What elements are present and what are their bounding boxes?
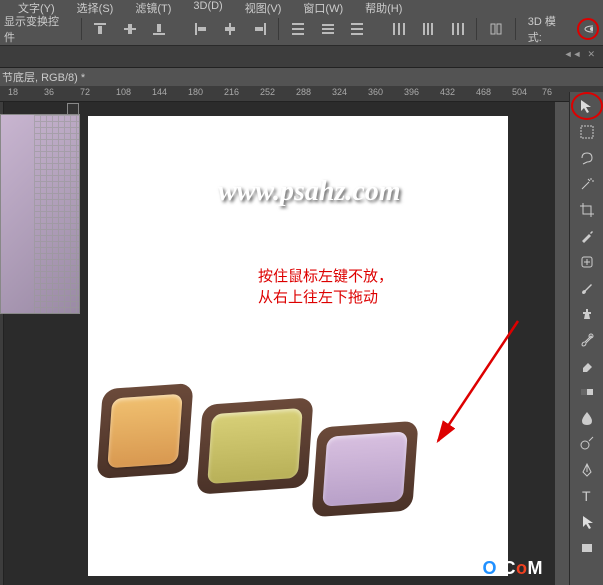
mode-3d-label: 3D 模式: <box>528 13 569 45</box>
dodge-tool[interactable] <box>573 432 601 456</box>
canvas-area: www.psahz.com 按住鼠标左键不放， 从右上往左下拖动 <box>0 102 555 585</box>
eyedropper-tool[interactable] <box>573 224 601 248</box>
transform-controls-label: 显示变换控件 <box>4 13 69 45</box>
3d-char-2 <box>196 397 313 494</box>
ruler-tick: 432 <box>440 87 455 97</box>
crop-tool[interactable] <box>573 198 601 222</box>
navigator-close-icon[interactable] <box>67 103 79 115</box>
dist-right-icon[interactable] <box>447 18 469 40</box>
menu-select[interactable]: 选择(S) <box>77 0 114 16</box>
panel-collapse-icon[interactable]: ◄◄ <box>564 49 582 60</box>
menu-3d[interactable]: 3D(D) <box>193 0 222 12</box>
ruler-tick: 76 <box>542 87 552 97</box>
move-tool[interactable] <box>573 94 601 118</box>
menu-view[interactable]: 视图(V) <box>245 0 282 16</box>
ruler-tick: 504 <box>512 87 527 97</box>
ruler-tick: 360 <box>368 87 383 97</box>
document-title: 节底层, RGB/8) * <box>2 69 85 85</box>
gradient-tool[interactable] <box>573 380 601 404</box>
clone-stamp-tool[interactable] <box>573 302 601 326</box>
healing-brush-tool[interactable] <box>573 250 601 274</box>
watermark-text: www.psahz.com <box>218 176 401 208</box>
history-brush-tool[interactable] <box>573 328 601 352</box>
ruler-tick: 18 <box>8 87 18 97</box>
ruler-tick: 324 <box>332 87 347 97</box>
ruler-tick: 216 <box>224 87 239 97</box>
align-vcenter-icon[interactable] <box>119 18 141 40</box>
dist-left-icon[interactable] <box>388 18 410 40</box>
instruction-line2: 从右上往左下拖动 <box>258 287 393 308</box>
align-top-icon[interactable] <box>89 18 111 40</box>
tools-panel: T <box>569 92 603 585</box>
menu-help[interactable]: 帮助(H) <box>365 0 402 16</box>
footer-watermark: UiBO.CoM <box>450 558 543 579</box>
divider <box>81 18 82 40</box>
navigator-thumbnail[interactable] <box>0 114 80 314</box>
panel-controls: ◄◄ ✕ <box>564 49 595 60</box>
type-tool[interactable]: T <box>573 484 601 508</box>
eraser-tool[interactable] <box>573 354 601 378</box>
align-bottom-icon[interactable] <box>148 18 170 40</box>
menu-window[interactable]: 窗口(W) <box>303 0 343 16</box>
3d-text-group[interactable] <box>100 356 500 556</box>
divider <box>476 18 477 40</box>
ruler-tick: 180 <box>188 87 203 97</box>
document-canvas[interactable]: www.psahz.com 按住鼠标左键不放， 从右上往左下拖动 <box>88 116 508 576</box>
align-left-icon[interactable] <box>190 18 212 40</box>
panel-close-icon[interactable]: ✕ <box>587 49 595 60</box>
document-tab-strip: ◄◄ ✕ <box>0 46 603 68</box>
ruler-tick: 288 <box>296 87 311 97</box>
dist-vcenter-icon[interactable] <box>317 18 339 40</box>
auto-align-icon[interactable] <box>485 18 507 40</box>
rect-marquee-tool[interactable] <box>573 120 601 144</box>
dist-top-icon[interactable] <box>287 18 309 40</box>
magic-wand-tool[interactable] <box>573 172 601 196</box>
align-right-icon[interactable] <box>249 18 271 40</box>
divider <box>278 18 279 40</box>
ruler-tick: 108 <box>116 87 131 97</box>
options-bar: 显示变换控件 3D 模式: <box>0 12 603 46</box>
ruler-tick: 468 <box>476 87 491 97</box>
instruction-line1: 按住鼠标左键不放， <box>258 266 393 287</box>
3d-char-3 <box>311 421 418 518</box>
3d-char-1 <box>96 383 193 479</box>
orbit-3d-icon[interactable] <box>577 18 599 40</box>
document-info-bar: 节底层, RGB/8) * <box>0 68 603 86</box>
align-hcenter-icon[interactable] <box>219 18 241 40</box>
path-select-tool[interactable] <box>573 510 601 534</box>
ruler-tick: 72 <box>80 87 90 97</box>
svg-text:T: T <box>582 488 591 504</box>
horizontal-ruler: 18 36 72 108 144 180 216 252 288 324 360… <box>0 86 603 102</box>
lasso-tool[interactable] <box>573 146 601 170</box>
brush-tool[interactable] <box>573 276 601 300</box>
menu-bar: 文字(Y) 选择(S) 滤镜(T) 3D(D) 视图(V) 窗口(W) 帮助(H… <box>0 0 603 12</box>
instruction-text: 按住鼠标左键不放， 从右上往左下拖动 <box>258 266 393 308</box>
ruler-tick: 36 <box>44 87 54 97</box>
dist-hcenter-icon[interactable] <box>417 18 439 40</box>
divider <box>515 18 516 40</box>
ruler-tick: 252 <box>260 87 275 97</box>
menu-filter[interactable]: 滤镜(T) <box>135 0 171 16</box>
rectangle-shape-tool[interactable] <box>573 536 601 560</box>
ruler-tick: 144 <box>152 87 167 97</box>
pen-tool[interactable] <box>573 458 601 482</box>
ruler-tick: 396 <box>404 87 419 97</box>
dist-bottom-icon[interactable] <box>346 18 368 40</box>
blur-tool[interactable] <box>573 406 601 430</box>
